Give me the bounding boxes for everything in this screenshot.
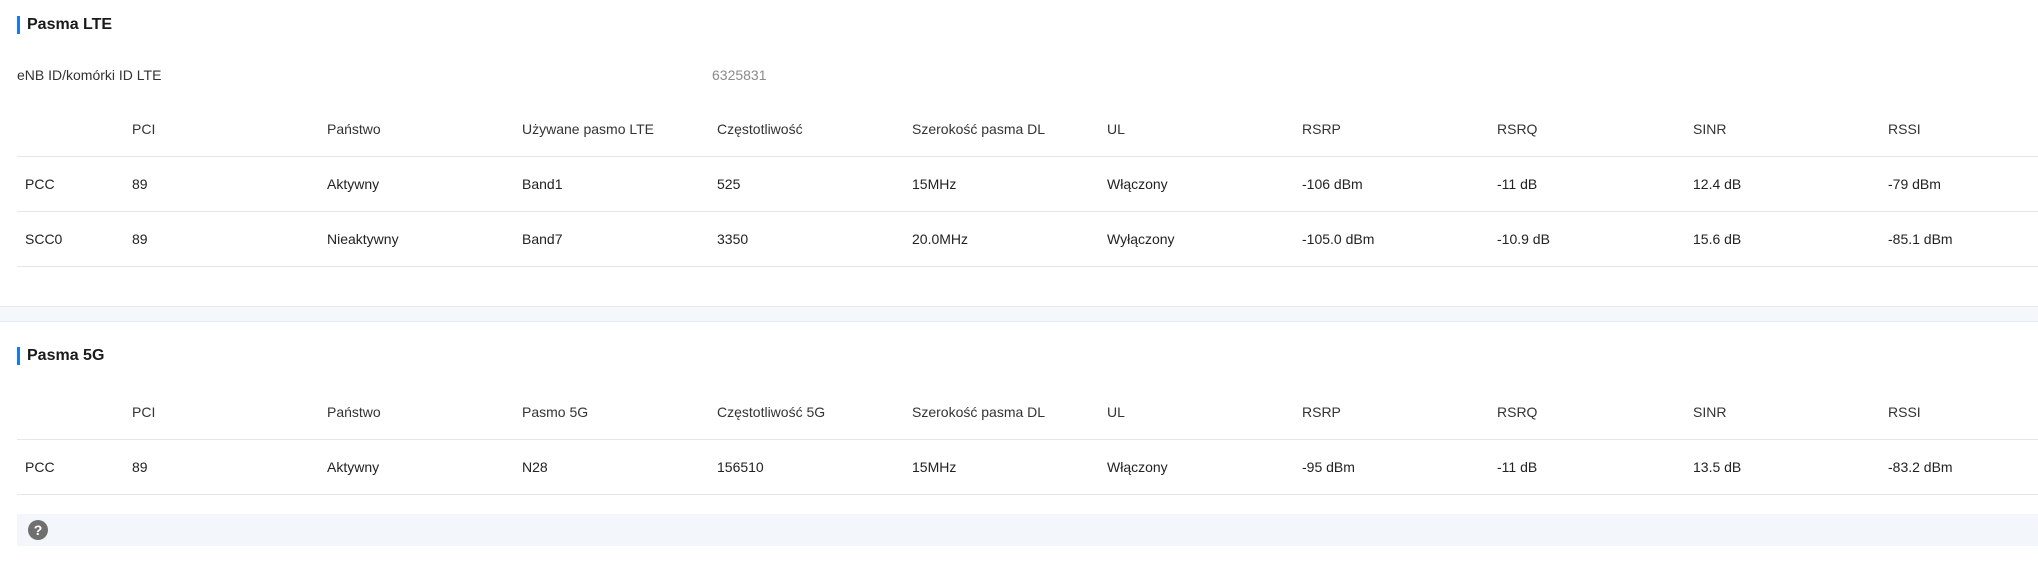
lte-row-type: PCC — [17, 156, 132, 212]
lte-row-pci: 89 — [132, 156, 327, 212]
table-row: SCC0 89 Nieaktywny Band7 3350 20.0MHz Wy… — [17, 211, 2038, 267]
nr-header-row: PCI Państwo Pasmo 5G Częstotliwość 5G Sz… — [17, 385, 2038, 440]
nr-row-sinr: 13.5 dB — [1693, 439, 1888, 495]
nr-section-title: Pasma 5G — [17, 345, 104, 367]
nr-header-sinr: SINR — [1693, 404, 1727, 420]
lte-row-ul: Wyłączony — [1107, 211, 1302, 267]
lte-row-rsrq: -11 dB — [1497, 156, 1693, 212]
lte-row-dl-bandwidth: 20.0MHz — [912, 211, 1107, 267]
lte-row-sinr: 15.6 dB — [1693, 211, 1888, 267]
lte-section-title: Pasma LTE — [17, 14, 112, 36]
lte-header-type — [17, 102, 132, 157]
nr-row-state: Aktywny — [327, 439, 522, 495]
lte-header-band: Używane pasmo LTE — [522, 121, 655, 137]
nr-row-type: PCC — [17, 439, 132, 495]
table-row: PCC 89 Aktywny Band1 525 15MHz Włączony … — [17, 156, 2038, 212]
nr-header-frequency: Częstotliwość 5G — [717, 404, 826, 420]
lte-header-state: Państwo — [327, 121, 381, 137]
lte-row-frequency: 525 — [717, 156, 912, 212]
lte-row-state: Nieaktywny — [327, 211, 522, 267]
lte-row-type: SCC0 — [17, 211, 132, 267]
lte-row-rssi: -79 dBm — [1888, 156, 2038, 212]
lte-row-rsrp: -105.0 dBm — [1302, 211, 1497, 267]
lte-row-rsrp: -106 dBm — [1302, 156, 1497, 212]
nr-row-ul: Włączony — [1107, 439, 1302, 495]
lte-header-dl-bandwidth: Szerokość pasma DL — [912, 121, 1046, 137]
lte-header-rsrp: RSRP — [1302, 121, 1341, 137]
lte-row-dl-bandwidth: 15MHz — [912, 156, 1107, 212]
lte-row-pci: 89 — [132, 211, 327, 267]
nr-header-rssi: RSSI — [1888, 404, 1921, 420]
nr-header-pci: PCI — [132, 404, 156, 420]
nr-header-dl-bandwidth: Szerokość pasma DL — [912, 404, 1046, 420]
lte-header-pci: PCI — [132, 121, 156, 137]
nr-row-frequency: 156510 — [717, 439, 912, 495]
section-divider — [0, 306, 2038, 322]
lte-header-ul: UL — [1107, 121, 1125, 137]
lte-row-band: Band1 — [522, 156, 717, 212]
nr-row-dl-bandwidth: 15MHz — [912, 439, 1107, 495]
nr-header-rsrp: RSRP — [1302, 404, 1341, 420]
lte-bands-table: PCI Państwo Używane pasmo LTE Częstotliw… — [17, 102, 2038, 267]
lte-row-state: Aktywny — [327, 156, 522, 212]
nr-row-band: N28 — [522, 439, 717, 495]
lte-header-sinr: SINR — [1693, 121, 1727, 137]
nr-header-band: Pasmo 5G — [522, 404, 589, 420]
nr-header-state: Państwo — [327, 404, 381, 420]
lte-row-sinr: 12.4 dB — [1693, 156, 1888, 212]
nr-bands-table: PCI Państwo Pasmo 5G Częstotliwość 5G Sz… — [17, 385, 2038, 495]
lte-header-rsrq: RSRQ — [1497, 121, 1538, 137]
nr-header-rsrq: RSRQ — [1497, 404, 1538, 420]
nr-header-type — [17, 385, 132, 440]
help-icon[interactable]: ? — [28, 520, 48, 540]
lte-header-row: PCI Państwo Używane pasmo LTE Częstotliw… — [17, 102, 2038, 157]
help-bar: ? — [17, 514, 2038, 546]
enb-id-value: 6325831 — [712, 67, 767, 83]
lte-header-rssi: RSSI — [1888, 121, 1921, 137]
lte-row-ul: Włączony — [1107, 156, 1302, 212]
nr-row-rsrq: -11 dB — [1497, 439, 1693, 495]
nr-row-rssi: -83.2 dBm — [1888, 439, 2038, 495]
enb-id-label: eNB ID/komórki ID LTE — [17, 67, 162, 83]
nr-row-pci: 89 — [132, 439, 327, 495]
lte-row-rsrq: -10.9 dB — [1497, 211, 1693, 267]
lte-row-band: Band7 — [522, 211, 717, 267]
page: Pasma LTE eNB ID/komórki ID LTE 6325831 … — [0, 0, 2038, 583]
lte-row-rssi: -85.1 dBm — [1888, 211, 2038, 267]
table-row: PCC 89 Aktywny N28 156510 15MHz Włączony… — [17, 439, 2038, 495]
nr-header-ul: UL — [1107, 404, 1125, 420]
lte-row-frequency: 3350 — [717, 211, 912, 267]
nr-row-rsrp: -95 dBm — [1302, 439, 1497, 495]
lte-header-frequency: Częstotliwość — [717, 121, 803, 137]
